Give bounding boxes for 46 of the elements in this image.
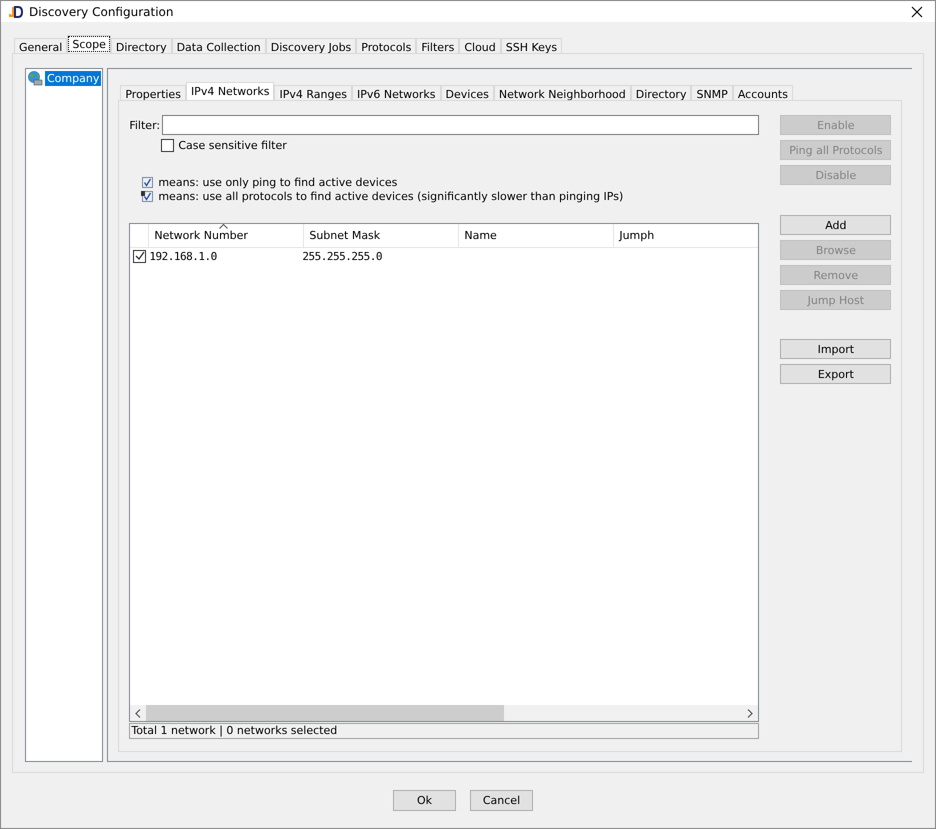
tab[interactable]: Network Neighborhood	[494, 85, 631, 100]
tab[interactable]: IPv4 Ranges	[274, 85, 352, 100]
tab[interactable]: Discovery Jobs	[266, 38, 356, 53]
checkbox-icon	[141, 176, 154, 189]
checkbox-icon	[141, 190, 154, 203]
legend-text: means: use only ping to find active devices	[158, 176, 398, 189]
checkbox[interactable]	[161, 139, 174, 152]
column-header[interactable]: Network Number	[149, 224, 304, 247]
status-bar: Total 1 network | 0 networks selected	[129, 723, 760, 739]
tab[interactable]: General	[14, 38, 68, 53]
tab[interactable]: SNMP	[691, 85, 733, 100]
sort-icon	[219, 224, 228, 229]
tree-item[interactable]: Company	[45, 70, 102, 86]
action-button[interactable]: Add	[780, 215, 892, 235]
tab[interactable]: Cloud	[459, 38, 501, 53]
tab[interactable]: Properties	[120, 85, 186, 100]
column-header[interactable]: Subnet Mask	[304, 224, 460, 247]
tab[interactable]: Scope	[67, 35, 111, 53]
globe-icon	[27, 70, 43, 86]
tab[interactable]: Filters	[416, 38, 460, 53]
tab[interactable]: Protocols	[356, 38, 416, 53]
tab[interactable]: IPv6 Networks	[352, 85, 441, 100]
table-cell-text: 192.168.1.0	[149, 250, 218, 262]
app-logo-icon	[9, 6, 23, 18]
column-header[interactable]: Jumph	[614, 224, 758, 247]
scrollbar-thumb[interactable]	[146, 705, 504, 721]
row-checkbox[interactable]	[133, 250, 146, 262]
close-icon[interactable]	[911, 6, 923, 18]
dialog-button[interactable]: Cancel	[470, 790, 533, 811]
legend-text: means: use all protocols to find active devices (significantly slower than pinging IPs)	[158, 190, 624, 203]
tab[interactable]: Accounts	[732, 85, 793, 100]
table-cell-text: 255.255.255.0	[302, 250, 383, 262]
tab[interactable]: Directory	[630, 85, 692, 100]
filter-label: Filter:	[129, 118, 160, 132]
tab[interactable]: Directory	[110, 38, 172, 53]
dialog-button[interactable]: Ok	[393, 790, 456, 811]
action-button[interactable]: Import	[780, 339, 892, 359]
checkbox-label: Case sensitive filter	[178, 139, 287, 152]
action-button[interactable]: Export	[780, 364, 892, 384]
column-header[interactable]: Name	[459, 224, 614, 247]
filter-field[interactable]	[162, 115, 760, 135]
tab[interactable]: SSH Keys	[500, 38, 562, 53]
tab[interactable]: IPv4 Networks	[186, 82, 274, 100]
tab[interactable]: Devices	[440, 85, 494, 100]
window-title: Discovery Configuration	[29, 4, 174, 18]
tab[interactable]: Data Collection	[172, 38, 266, 53]
